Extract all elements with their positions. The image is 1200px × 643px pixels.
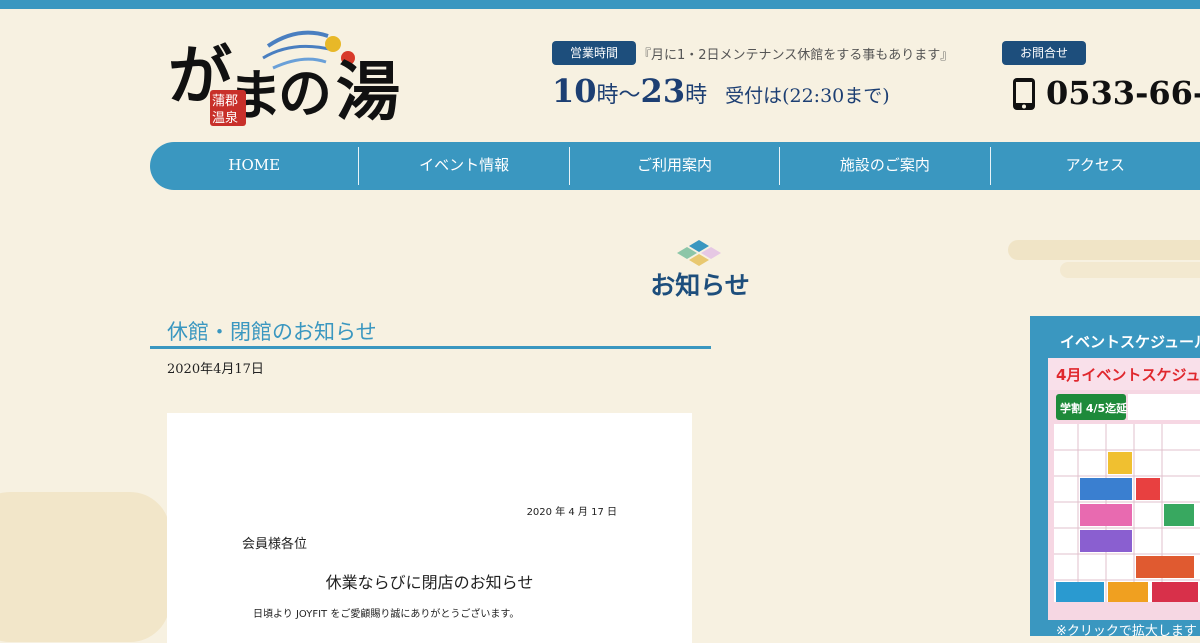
- nav-events[interactable]: イベント情報: [359, 142, 568, 190]
- decor-cloud-left: [0, 492, 170, 642]
- poster-title: 4月イベントスケジュール: [1056, 366, 1200, 384]
- reception-hours: 受付は(22:30まで): [725, 85, 890, 107]
- document-date: 2020 年 4 月 17 日: [526, 507, 617, 518]
- svg-text:湯: 湯: [336, 55, 400, 128]
- phone-icon: [1012, 77, 1036, 111]
- business-hours: 10時～23時 受付は(22:30まで): [552, 72, 890, 110]
- document-recipient: 会員様各位: [242, 537, 308, 552]
- hours-unit-2: 時: [685, 83, 708, 108]
- hours-close: 23: [640, 72, 686, 110]
- top-accent-bar: [0, 0, 1200, 9]
- section-title: お知らせ: [0, 266, 1200, 302]
- hours-unit-1: 時～: [596, 83, 641, 108]
- post-date: 2020年4月17日: [167, 362, 264, 377]
- maintenance-note: 『月に1・2日メンテナンス休館をする事もあります』: [638, 48, 954, 63]
- site-logo[interactable]: が ま の 湯 蒲郡 温泉: [168, 18, 413, 130]
- post-title-underline: [150, 346, 711, 349]
- post-title: 休館・閉館のお知らせ: [167, 320, 377, 344]
- contact-badge: お問合せ: [1002, 41, 1086, 65]
- document-body: 日頃より JOYFIT をご愛顧賜り誠にありがとうございます。: [253, 609, 520, 620]
- event-schedule-title: イベントスケジュール: [1060, 333, 1200, 351]
- svg-text:温泉: 温泉: [212, 110, 238, 126]
- decor-cloud-right: [1008, 240, 1200, 260]
- svg-text:蒲郡: 蒲郡: [212, 94, 238, 109]
- svg-text:の: の: [278, 61, 332, 125]
- nav-home[interactable]: HOME: [150, 142, 358, 190]
- notice-document-image: 2020 年 4 月 17 日 会員様各位 休業ならびに閉店のお知らせ 日頃より…: [167, 413, 692, 643]
- nav-access[interactable]: アクセス: [991, 142, 1200, 190]
- hours-badge: 営業時間: [552, 41, 636, 65]
- phone-number[interactable]: 0533-66-41: [1046, 74, 1200, 112]
- document-heading: 休業ならびに閉店のお知らせ: [325, 573, 534, 592]
- event-schedule-poster[interactable]: 4月イベントスケジュール 学割 4/5迄延長: [1048, 358, 1200, 620]
- main-nav: HOME イベント情報 ご利用案内 施設のご案内 アクセス: [150, 142, 1200, 190]
- nav-facilities[interactable]: 施設のご案内: [780, 142, 989, 190]
- section-title-text: お知らせ: [650, 271, 750, 300]
- hours-open: 10: [552, 72, 597, 110]
- poster-badge: 学割 4/5迄延長: [1060, 401, 1139, 415]
- event-schedule-widget: イベントスケジュール 4月イベントスケジュール 学割 4/5迄延長: [1030, 316, 1200, 639]
- nav-guide[interactable]: ご利用案内: [570, 142, 779, 190]
